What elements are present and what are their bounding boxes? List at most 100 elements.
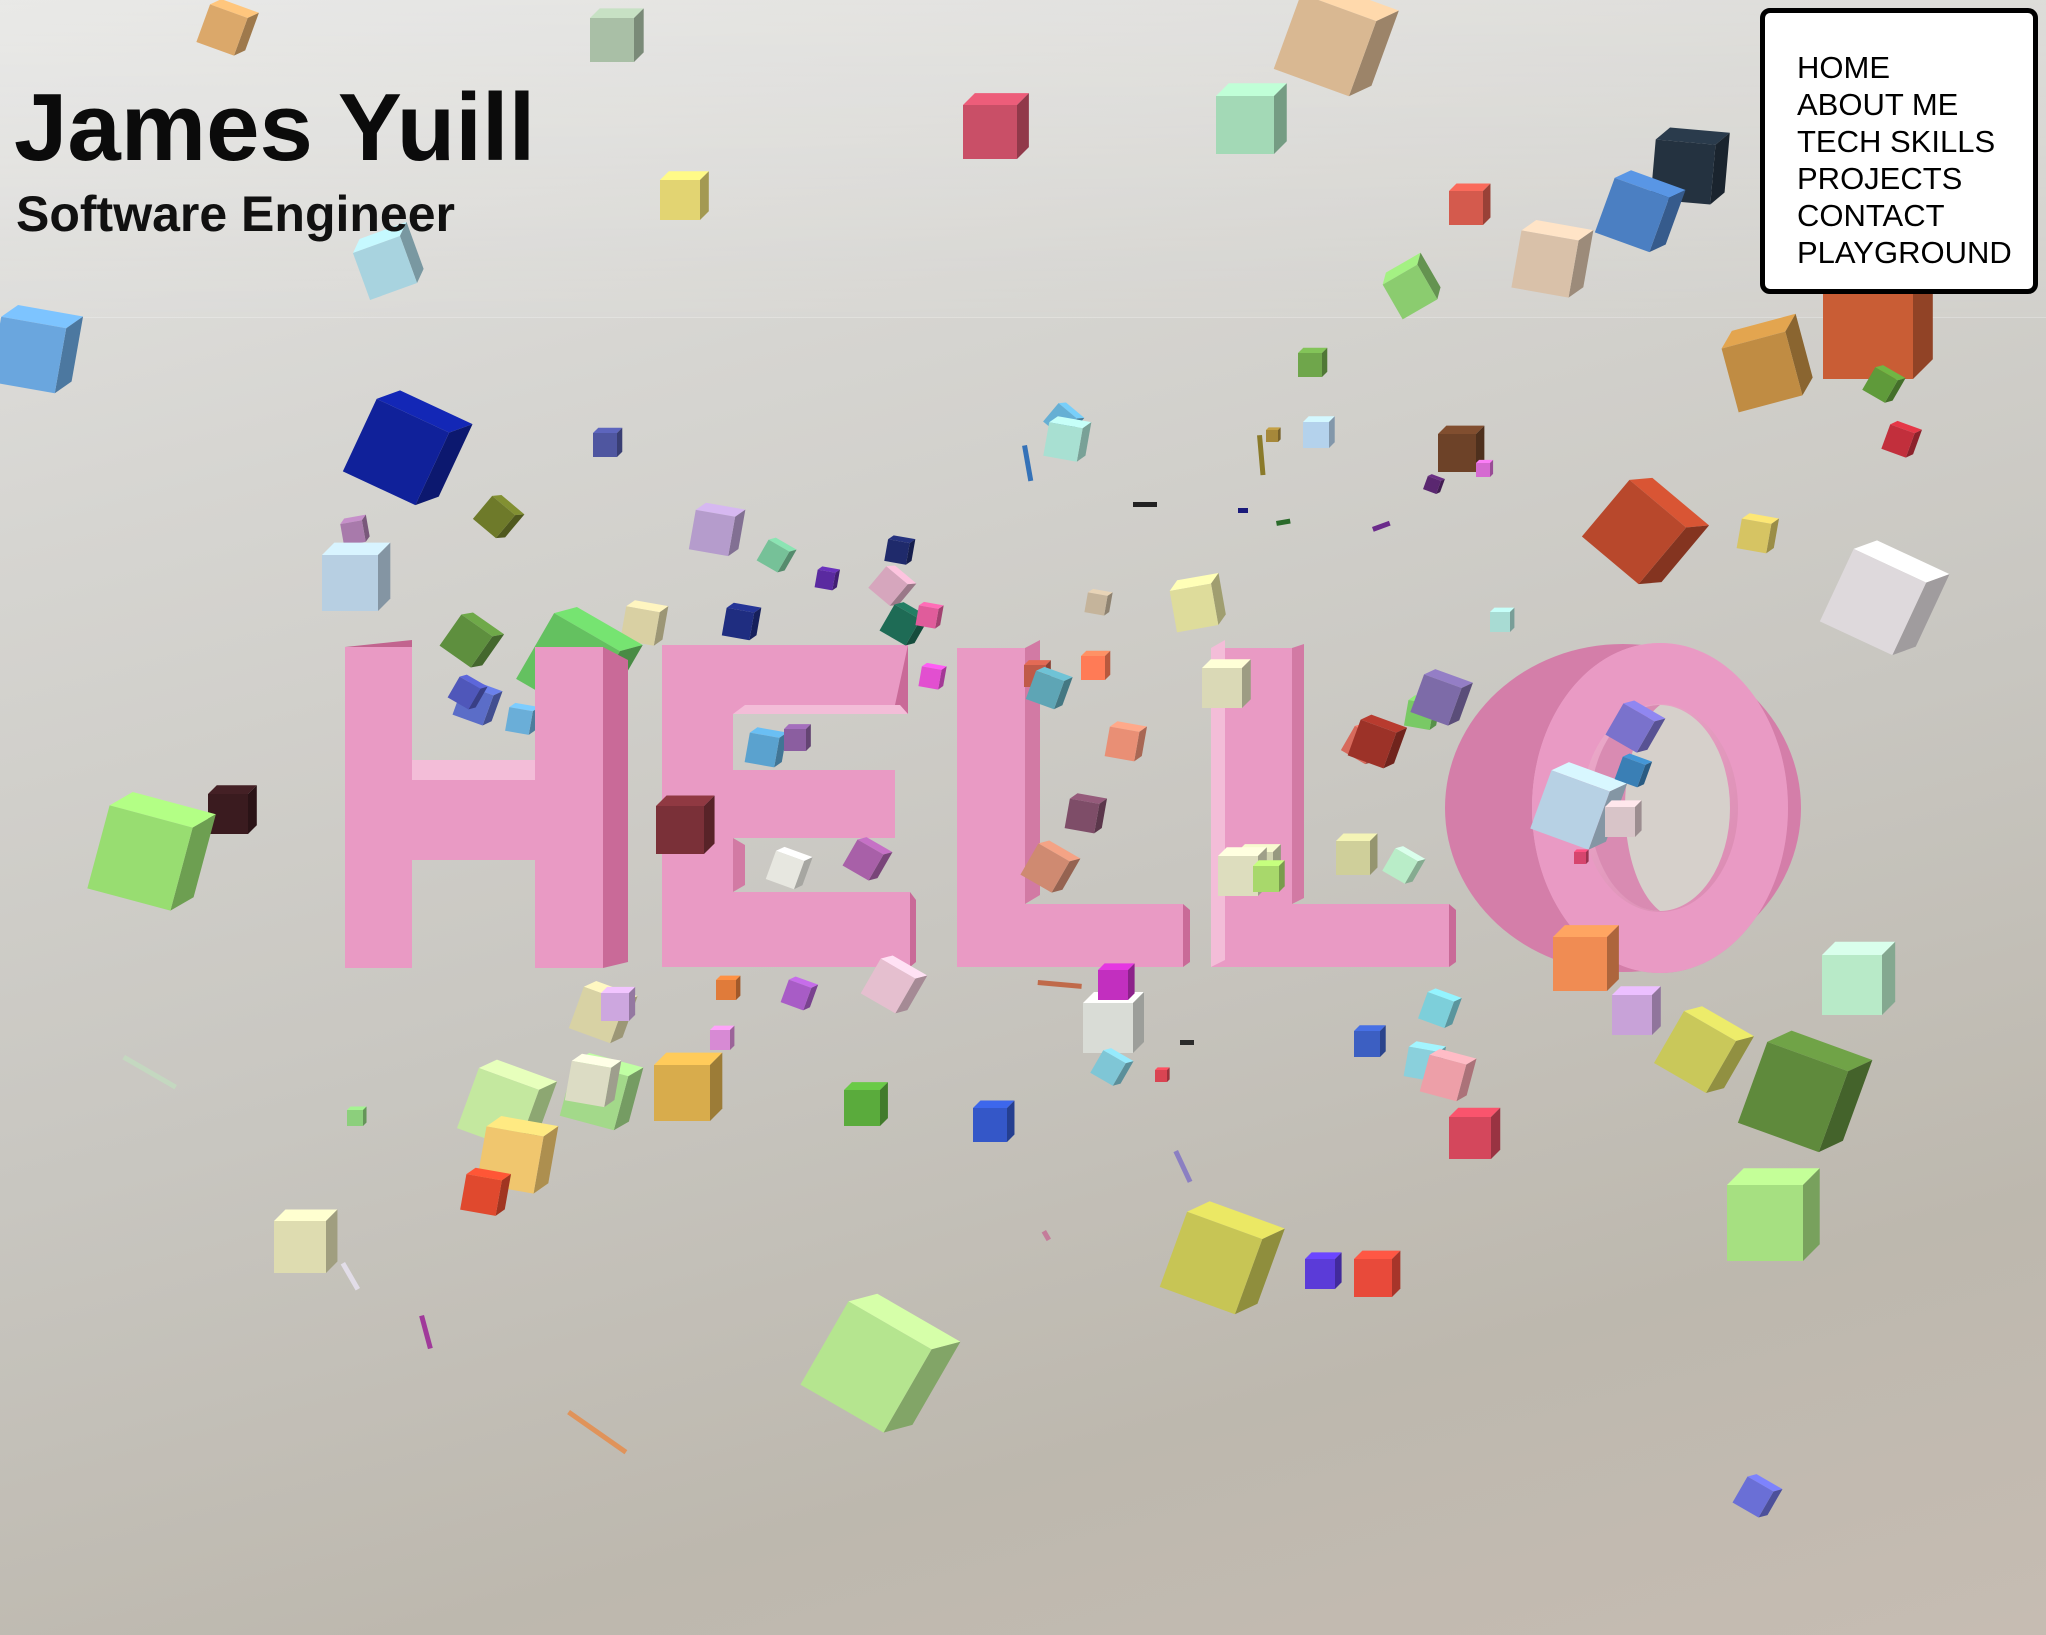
confetti-cube xyxy=(744,727,788,768)
site-subtitle: Software Engineer xyxy=(16,186,455,242)
confetti-shard xyxy=(567,1409,628,1455)
confetti-cube xyxy=(1083,992,1144,1053)
confetti-cube xyxy=(593,427,623,457)
menu-item-home[interactable]: HOME xyxy=(1797,49,2033,86)
confetti-shard xyxy=(1372,520,1391,532)
confetti-cube xyxy=(1490,607,1515,632)
confetti-cube xyxy=(800,1293,961,1433)
confetti-cube xyxy=(1216,83,1287,154)
confetti-cube xyxy=(1104,721,1148,762)
confetti-cube xyxy=(868,565,917,606)
confetti-cube xyxy=(1382,252,1441,320)
confetti-cube xyxy=(688,502,746,557)
confetti-cube xyxy=(1298,347,1328,377)
confetti-cube xyxy=(1423,474,1445,494)
confetti-shard xyxy=(1133,502,1157,507)
confetti-cube xyxy=(1476,459,1494,477)
confetti-cube xyxy=(1881,420,1922,458)
confetti-cube xyxy=(1084,588,1113,616)
confetti-cube xyxy=(716,975,741,1000)
confetti-cube xyxy=(472,495,525,539)
confetti-cube xyxy=(660,171,709,220)
confetti-shard xyxy=(340,1262,360,1291)
confetti-cube xyxy=(1732,1474,1783,1518)
confetti-cube xyxy=(1202,659,1251,708)
confetti-cube xyxy=(1382,846,1426,884)
menu-item-about-me[interactable]: ABOUT ME xyxy=(1797,86,2033,123)
menu-item-playground[interactable]: PLAYGROUND xyxy=(1797,234,2033,271)
confetti-cube xyxy=(87,791,216,911)
confetti-cube xyxy=(756,537,797,573)
confetti-cube xyxy=(1574,849,1589,864)
confetti-cube xyxy=(1511,220,1594,298)
confetti-cube xyxy=(842,837,893,881)
confetti-cube xyxy=(1305,1252,1342,1289)
confetti-cube xyxy=(1612,986,1661,1035)
confetti-cube xyxy=(884,535,916,565)
confetti-cube xyxy=(1159,1201,1285,1315)
hello-3d-scene xyxy=(0,0,1950,1518)
confetti-shard xyxy=(1257,435,1266,476)
confetti-cube xyxy=(196,0,259,56)
confetti-shard xyxy=(122,1055,177,1090)
confetti-shard xyxy=(1238,508,1248,513)
confetti-shard xyxy=(1037,980,1082,989)
confetti-shard xyxy=(1180,1040,1194,1045)
confetti-cube xyxy=(460,1167,512,1216)
confetti-cube xyxy=(710,1025,735,1050)
confetti-cube xyxy=(1273,0,1399,97)
confetti-cube xyxy=(1253,860,1285,892)
confetti-cube xyxy=(1081,650,1111,680)
confetti-cube xyxy=(1336,833,1378,875)
confetti-cube xyxy=(274,1209,338,1273)
confetti-cube xyxy=(780,976,819,1011)
confetti-cube xyxy=(918,662,947,690)
confetti-cube xyxy=(1727,1168,1820,1261)
confetti-cube xyxy=(721,602,762,641)
confetti-cube xyxy=(654,1052,723,1121)
confetti-cube xyxy=(1581,477,1710,585)
confetti-cube xyxy=(1605,800,1642,837)
confetti-cube xyxy=(601,986,636,1021)
confetti-cube xyxy=(844,1082,888,1126)
confetti-cube xyxy=(1553,925,1619,991)
confetti-shard xyxy=(419,1315,433,1350)
confetti-shard xyxy=(1173,1150,1193,1183)
menu-item-tech-skills[interactable]: TECH SKILLS xyxy=(1797,123,2033,160)
confetti-cube xyxy=(915,601,944,629)
confetti-cube xyxy=(208,785,257,834)
confetti-cube xyxy=(963,93,1029,160)
confetti-shard xyxy=(1276,518,1291,526)
confetti-cube xyxy=(1043,416,1092,462)
confetti-cube xyxy=(1449,183,1491,225)
site-header: James Yuill Software Engineer xyxy=(14,72,535,244)
confetti-cube xyxy=(973,1100,1015,1142)
confetti-shard xyxy=(1022,444,1034,482)
confetti-cube xyxy=(1721,313,1813,413)
confetti-cube xyxy=(814,566,841,591)
confetti-cube xyxy=(1064,793,1108,834)
confetti-cube xyxy=(505,702,540,735)
confetti-cube xyxy=(656,795,715,854)
page-canvas: James Yuill Software Engineer HOME ABOUT… xyxy=(0,0,2046,1635)
confetti-cube xyxy=(1449,1107,1501,1159)
confetti-cube xyxy=(784,724,811,751)
menu-item-contact[interactable]: CONTACT xyxy=(1797,197,2033,234)
main-menu: HOME ABOUT ME TECH SKILLS PROJECTS CONTA… xyxy=(1760,8,2038,294)
confetti-cube xyxy=(342,390,473,506)
confetti-cube xyxy=(1098,963,1135,1000)
confetti-cube xyxy=(1819,540,1950,656)
confetti-cube xyxy=(347,1106,367,1126)
confetti-cube xyxy=(1822,941,1896,1015)
confetti-cube xyxy=(1736,513,1780,554)
confetti-cube xyxy=(765,846,813,890)
confetti-cube xyxy=(1169,572,1226,633)
site-title: James Yuill xyxy=(14,74,536,181)
menu-item-projects[interactable]: PROJECTS xyxy=(1797,160,2033,197)
confetti-cube xyxy=(1266,427,1281,442)
confetti-cube xyxy=(1155,1067,1170,1082)
confetti-cube xyxy=(1354,1025,1386,1057)
confetti-cube xyxy=(1418,988,1462,1028)
confetti-cube xyxy=(1347,714,1408,769)
confetti-cube xyxy=(1354,1250,1401,1297)
